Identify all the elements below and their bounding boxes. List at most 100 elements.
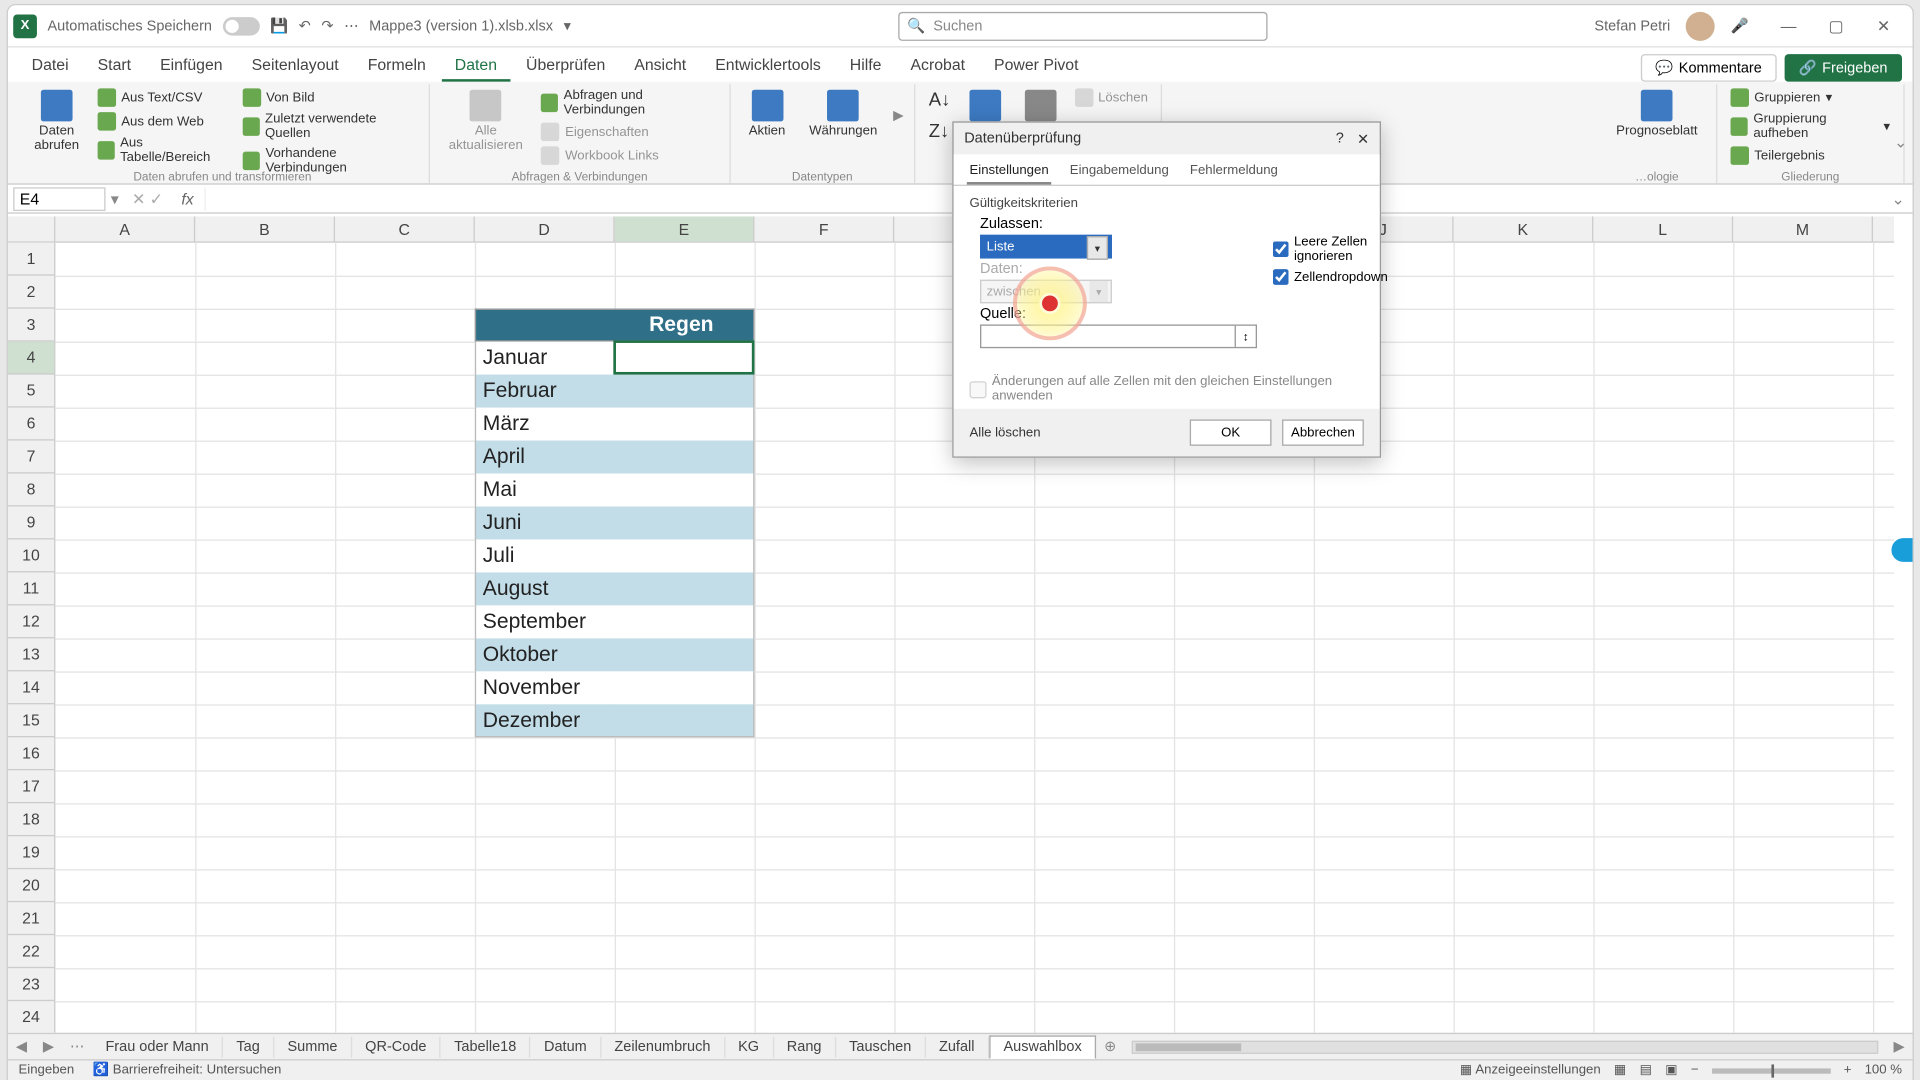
month-cell[interactable]: Mai (477, 474, 614, 507)
sort-asc[interactable]: A↓ (926, 87, 953, 111)
row-header-5[interactable]: 5 (8, 375, 54, 408)
search-box[interactable]: 🔍 Suchen (898, 11, 1267, 40)
row-header-12[interactable]: 12 (8, 605, 54, 638)
col-header-L[interactable]: L (1593, 216, 1733, 241)
col-header-A[interactable]: A (55, 216, 195, 241)
row-header-19[interactable]: 19 (8, 836, 54, 869)
sort-desc[interactable]: Z↓ (926, 119, 953, 143)
clear-all-button[interactable]: Alle löschen (969, 419, 1040, 445)
row-header-7[interactable]: 7 (8, 441, 54, 474)
col-header-C[interactable]: C (335, 216, 475, 241)
sheet-tab[interactable]: QR-Code (352, 1036, 441, 1057)
ignore-blank-checkbox[interactable]: Leere Zellen ignorieren (1273, 235, 1388, 264)
month-cell[interactable]: April (477, 441, 614, 474)
sheet-nav-prev[interactable]: ◀ (8, 1038, 35, 1055)
add-sheet-button[interactable]: ⊕ (1096, 1038, 1124, 1055)
tab-powerpivot[interactable]: Power Pivot (981, 50, 1092, 82)
in-cell-dropdown-checkbox[interactable]: Zellendropdown (1273, 269, 1388, 285)
zoom-level[interactable]: 100 % (1865, 1063, 1902, 1078)
range-picker-icon[interactable]: ↕ (1235, 326, 1256, 347)
expand-formula-icon[interactable]: ⌄ (1883, 189, 1912, 207)
col-header-E[interactable]: E (615, 216, 755, 241)
month-cell[interactable]: November (477, 671, 614, 704)
row-header-4[interactable]: 4 (8, 342, 54, 375)
fx-icon[interactable]: fx (171, 189, 204, 207)
tab-datei[interactable]: Datei (18, 50, 81, 82)
row-header-17[interactable]: 17 (8, 770, 54, 803)
month-cell[interactable]: Juni (477, 506, 614, 539)
ok-button[interactable]: OK (1190, 419, 1272, 445)
sheet-tab[interactable]: Tag (223, 1036, 274, 1057)
month-cell[interactable]: Dezember (477, 704, 614, 737)
from-table-range[interactable]: Aus Tabelle/Bereich (95, 135, 232, 167)
tab-entwicklertools[interactable]: Entwicklertools (702, 50, 834, 82)
filename-dropdown-icon[interactable]: ▾ (564, 17, 571, 34)
row-header-9[interactable]: 9 (8, 506, 54, 539)
name-box[interactable]: E4 (13, 187, 105, 211)
allow-select[interactable]: Liste (980, 235, 1112, 259)
row-header-11[interactable]: 11 (8, 572, 54, 605)
qat-save-icon[interactable]: 💾 (270, 17, 288, 34)
share-button[interactable]: 🔗 Freigeben (1784, 54, 1902, 82)
row-header-16[interactable]: 16 (8, 737, 54, 770)
cancel-button[interactable]: Abbrechen (1282, 419, 1364, 445)
refresh-all-button[interactable]: Alle aktualisieren (441, 87, 531, 166)
maximize-button[interactable]: ▢ (1812, 13, 1859, 39)
tab-daten[interactable]: Daten (442, 50, 511, 82)
sheet-tab[interactable]: Summe (274, 1036, 352, 1057)
sheet-nav-next[interactable]: ▶ (35, 1038, 62, 1055)
row-header-1[interactable]: 1 (8, 243, 54, 276)
tab-start[interactable]: Start (84, 50, 144, 82)
tab-acrobat[interactable]: Acrobat (897, 50, 978, 82)
row-header-2[interactable]: 2 (8, 276, 54, 309)
row-header-6[interactable]: 6 (8, 408, 54, 441)
sheet-tab[interactable]: Tabelle18 (441, 1036, 531, 1057)
sheet-tab[interactable]: Zufall (926, 1036, 989, 1057)
dialog-help-button[interactable]: ? (1336, 130, 1344, 147)
get-data-button[interactable]: Daten abrufen (26, 87, 87, 177)
row-header-23[interactable]: 23 (8, 968, 54, 1001)
month-cell[interactable]: Juli (477, 539, 614, 572)
autosave-toggle[interactable] (223, 16, 260, 34)
sheet-tab[interactable]: Rang (774, 1036, 836, 1057)
sheet-tab[interactable]: Datum (531, 1036, 601, 1057)
sheet-nav-more[interactable]: ⋯ (62, 1038, 92, 1055)
row-header-14[interactable]: 14 (8, 671, 54, 704)
group-button[interactable]: Gruppieren ▾ (1728, 87, 1893, 108)
month-cell[interactable]: September (477, 605, 614, 638)
from-text-csv[interactable]: Aus Text/CSV (95, 87, 232, 108)
col-header-K[interactable]: K (1454, 216, 1594, 241)
stocks-button[interactable]: Aktien (741, 87, 793, 141)
sheet-tab[interactable]: Tauschen (836, 1036, 926, 1057)
tab-seitenlayout[interactable]: Seitenlayout (238, 50, 351, 82)
sheet-tab[interactable]: Frau oder Mann (92, 1036, 223, 1057)
row-header-21[interactable]: 21 (8, 902, 54, 935)
qat-undo-icon[interactable]: ↶ (299, 17, 311, 34)
tab-einfuegen[interactable]: Einfügen (147, 50, 236, 82)
tab-formeln[interactable]: Formeln (355, 50, 439, 82)
dialog-tab-error-msg[interactable]: Fehlermeldung (1187, 160, 1280, 185)
comments-button[interactable]: 💬 Kommentare (1641, 54, 1776, 82)
recent-sources[interactable]: Zuletzt verwendete Quellen (240, 111, 419, 143)
col-header-F[interactable]: F (754, 216, 894, 241)
side-fab-icon[interactable] (1891, 538, 1912, 562)
dialog-tab-settings[interactable]: Einstellungen (967, 160, 1051, 185)
row-headers[interactable]: 123456789101112131415161718192021222324 (8, 243, 55, 1033)
currencies-button[interactable]: Währungen (801, 87, 885, 141)
row-header-24[interactable]: 24 (8, 1001, 54, 1033)
status-accessibility[interactable]: ♿ Barrierefreiheit: Untersuchen (93, 1063, 282, 1078)
queries-connections[interactable]: Abfragen und Verbindungen (539, 87, 719, 119)
row-header-10[interactable]: 10 (8, 539, 54, 572)
mic-icon[interactable]: 🎤 (1731, 17, 1749, 34)
col-header-D[interactable]: D (475, 216, 615, 241)
forecast-sheet-button[interactable]: Prognoseblatt (1608, 87, 1705, 141)
month-cell[interactable]: August (477, 572, 614, 605)
view-break-icon[interactable]: ▣ (1665, 1063, 1677, 1078)
month-cell[interactable]: Februar (477, 375, 614, 408)
view-page-icon[interactable]: ▤ (1640, 1063, 1652, 1078)
qat-redo-icon[interactable]: ↷ (321, 17, 333, 34)
sheet-tab[interactable]: Zeilenumbruch (601, 1036, 725, 1057)
dialog-close-button[interactable]: ✕ (1357, 130, 1369, 147)
row-header-15[interactable]: 15 (8, 704, 54, 737)
month-cell[interactable]: Oktober (477, 638, 614, 671)
